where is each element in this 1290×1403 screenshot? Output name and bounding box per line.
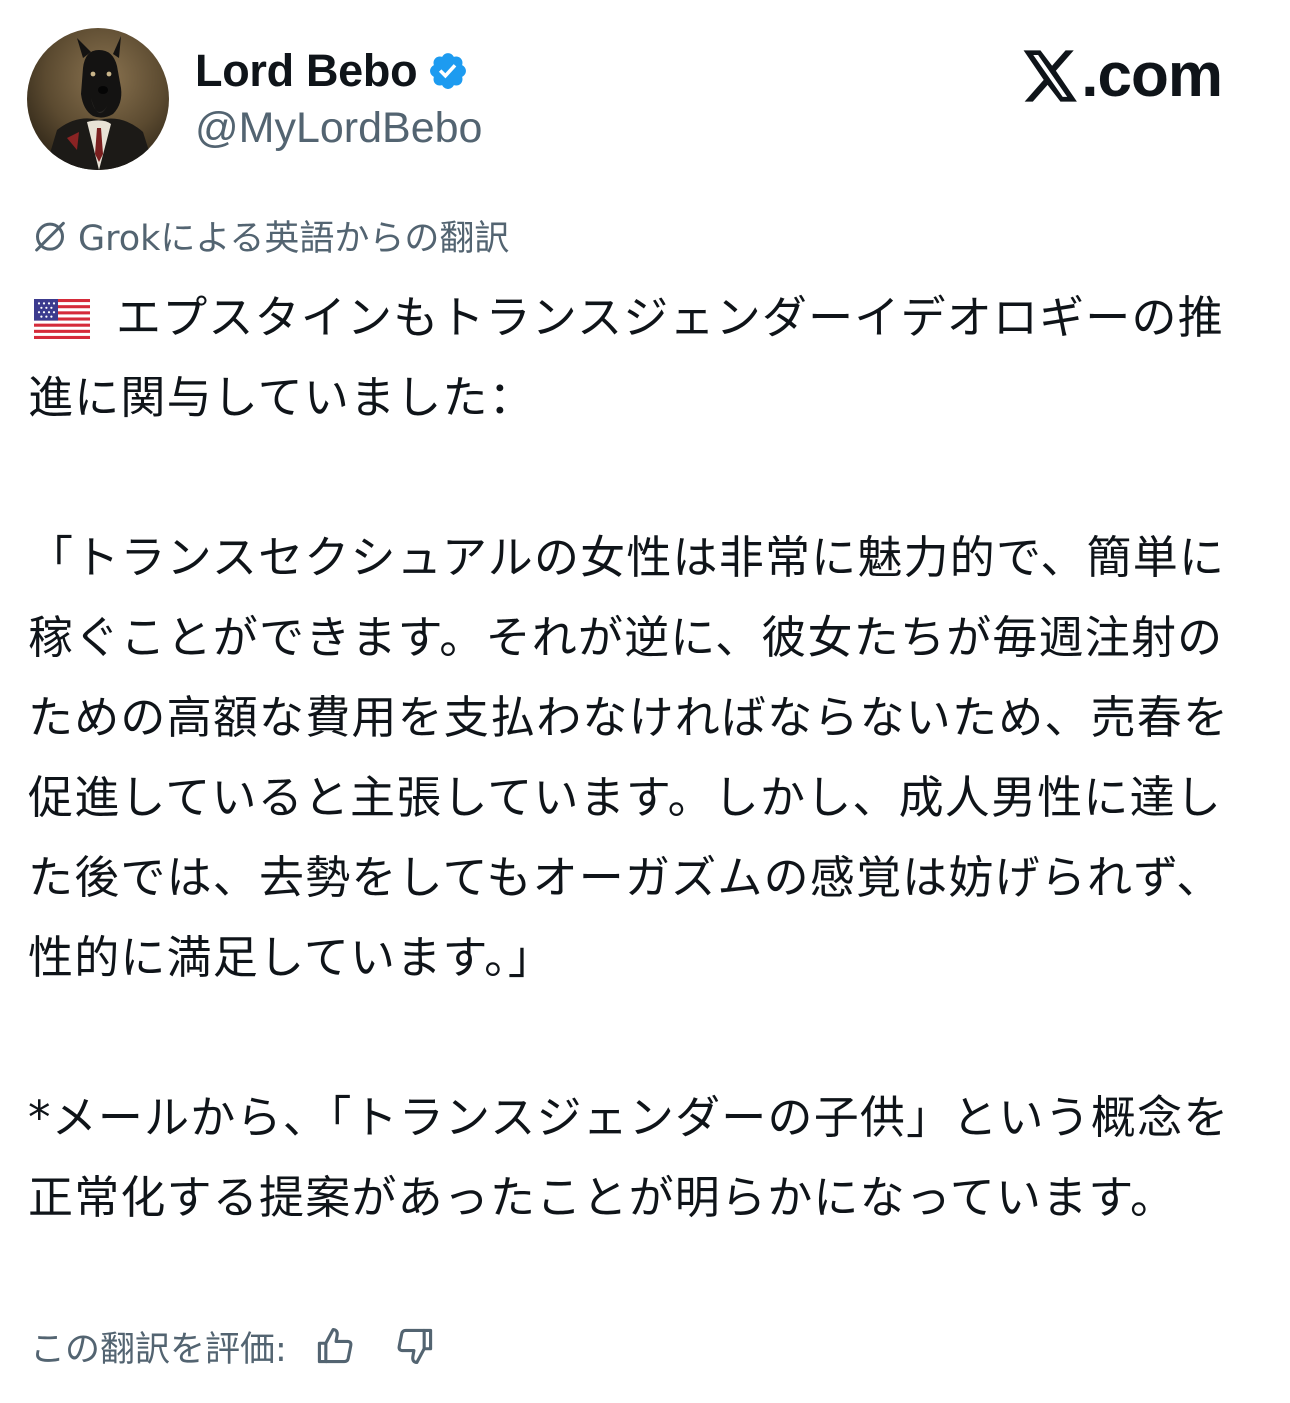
tweet-line-1: エプスタインもトランスジェンダーイデオロギーの推進に関与していました： — [28, 291, 1224, 424]
thumbs-down-button[interactable] — [389, 1320, 441, 1372]
x-logo-icon — [1023, 49, 1078, 102]
tweet-quote: 「トランスセクシュアルの女性は非常に魅力的で、簡単に稼ぐことができます。それが逆… — [28, 531, 1230, 984]
handle[interactable]: @MyLordBebo — [195, 104, 482, 153]
thumbs-up-button[interactable] — [309, 1320, 361, 1372]
translation-note: Grokによる英語からの翻訳 — [30, 210, 509, 260]
translation-note-text: Grokによる英語からの翻訳 — [78, 218, 510, 259]
x-brand: .com — [1023, 40, 1223, 111]
tweet-paragraph-1: エプスタインもトランスジェンダーイデオロギーの推進に関与していました： — [28, 278, 1253, 438]
tweet-text: エプスタインもトランスジェンダーイデオロギーの推進に関与していました： 「トラン… — [28, 278, 1253, 1238]
rate-translation-row: この翻訳を評価: — [30, 1318, 441, 1374]
tweet-note: *メールから、「トランスジェンダーの子供」という概念を正常化する提案があったこと… — [28, 1091, 1230, 1224]
thumbs-up-icon — [317, 1327, 353, 1364]
display-name-row: Lord Bebo — [195, 42, 469, 100]
brand-text: .com — [1081, 41, 1223, 110]
us-flag-emoji — [34, 299, 90, 339]
rate-translation-label: この翻訳を評価: — [30, 1329, 287, 1370]
display-name[interactable]: Lord Bebo — [195, 45, 418, 97]
verified-badge-icon — [427, 50, 469, 92]
dog-in-suit-avatar — [27, 28, 169, 170]
thumbs-down-icon — [397, 1328, 432, 1365]
slashed-circle-icon — [35, 221, 65, 252]
avatar[interactable] — [27, 28, 169, 170]
